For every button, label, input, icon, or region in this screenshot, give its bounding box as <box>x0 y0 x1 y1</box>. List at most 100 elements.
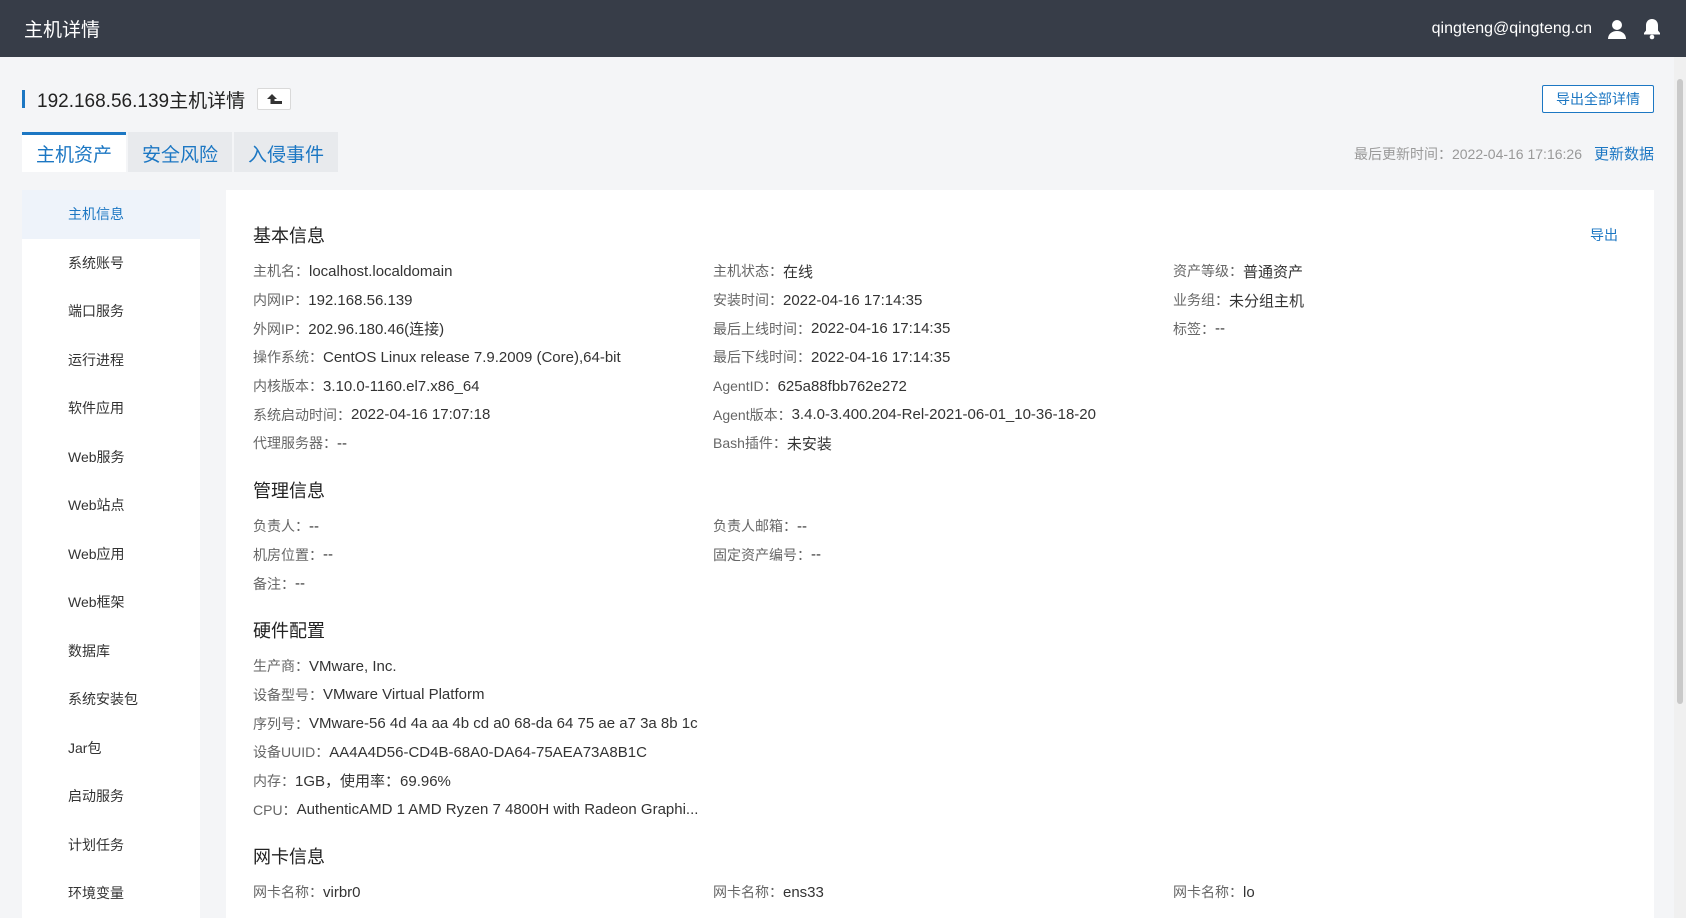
field-label: 内存： <box>253 772 295 789</box>
sidebar-item-scheduled-tasks[interactable]: 计划任务 <box>22 821 200 870</box>
sidebar-item-env-vars[interactable]: 环境变量 <box>22 869 200 918</box>
info-row: 最后上线时间： 2022-04-16 17:14:35 <box>713 314 1173 343</box>
field-label: 内网IP： <box>253 292 309 309</box>
field-label: 网卡名称： <box>1173 884 1243 901</box>
field-label: 业务组： <box>1173 292 1229 309</box>
field-value: 2022-04-16 17:14:35 <box>783 291 923 309</box>
sidebar-item-web-sites[interactable]: Web站点 <box>22 481 200 530</box>
page-scrollbar[interactable] <box>1674 57 1686 918</box>
sidebar-item-web-services[interactable]: Web服务 <box>22 433 200 482</box>
info-row: 负责人邮箱： -- <box>713 512 1173 541</box>
field-value: -- <box>811 546 821 564</box>
info-row: 网卡名称： virbr0 <box>253 878 713 907</box>
field-value: -- <box>797 517 807 535</box>
basic-info-grid: 主机名： localhost.localdomain 内网IP： 192.168.5… <box>253 257 1628 458</box>
refresh-data-link[interactable]: 更新数据 <box>1594 143 1654 164</box>
field-label: CPU： <box>253 801 297 818</box>
field-label: 内核版本： <box>253 378 323 395</box>
tab-host-assets[interactable]: 主机资产 <box>22 132 127 172</box>
field-value: 192.168.56.139 <box>308 291 413 309</box>
nic-info-grid: 网卡名称： virbr0 网卡名称： ens33 网卡名称： lo <box>253 878 1628 907</box>
sidebar-item-jar-packages[interactable]: Jar包 <box>22 724 200 773</box>
info-row: 设备UUID： AA4A4D56-CD4B-68A0-DA64-75AEA73A8… <box>253 738 1628 767</box>
tabs-row: 主机资产 安全风险 入侵事件 最后更新时间：2022-04-16 17:16:2… <box>22 132 1654 172</box>
back-button[interactable] <box>257 88 292 110</box>
bell-icon[interactable] <box>1642 18 1662 40</box>
sidebar-item-software[interactable]: 软件应用 <box>22 384 200 433</box>
export-all-button[interactable]: 导出全部详情 <box>1542 85 1654 113</box>
field-label: AgentID： <box>713 378 778 395</box>
sidebar-item-startup-services[interactable]: 启动服务 <box>22 772 200 821</box>
page-title: 192.168.56.139主机详情 <box>37 90 246 112</box>
field-label: 负责人： <box>253 518 309 535</box>
field-value: AuthenticAMD 1 AMD Ryzen 7 4800H with Ra… <box>296 801 699 819</box>
info-row: 安装时间： 2022-04-16 17:14:35 <box>713 286 1173 315</box>
field-label: 系统启动时间： <box>253 406 351 423</box>
field-value: 2022-04-16 17:07:18 <box>351 406 491 424</box>
info-row: 系统启动时间： 2022-04-16 17:07:18 <box>253 400 713 429</box>
field-value: VMware-56 4d 4a aa 4b cd a0 68-da 64 75 … <box>309 715 698 733</box>
sidebar-item-system-accounts[interactable]: 系统账号 <box>22 239 200 288</box>
info-row: 主机名： localhost.localdomain <box>253 257 713 286</box>
info-row: 负责人： -- <box>253 512 713 541</box>
field-label: 最后上线时间： <box>713 320 811 337</box>
field-value: virbr0 <box>323 883 361 901</box>
info-row: 网卡名称： ens33 <box>713 878 1173 907</box>
field-value: VMware, Inc. <box>309 657 397 675</box>
nic-info-title: 网卡信息 <box>253 847 325 867</box>
field-label: 设备型号： <box>253 686 323 703</box>
info-row: Agent版本： 3.4.0-3.400.204-Rel-2021-06-01_1… <box>713 400 1173 429</box>
field-label: 负责人邮箱： <box>713 518 797 535</box>
sidebar-item-databases[interactable]: 数据库 <box>22 627 200 676</box>
field-label: 生产商： <box>253 658 309 675</box>
info-row: 内网IP： 192.168.56.139 <box>253 286 713 315</box>
field-value: 普通资产 <box>1243 263 1304 281</box>
info-row: 最后下线时间： 2022-04-16 17:14:35 <box>713 343 1173 372</box>
tabs: 主机资产 安全风险 入侵事件 <box>22 132 339 172</box>
management-info-title: 管理信息 <box>253 480 325 501</box>
user-email[interactable]: qingteng@qingteng.cn <box>1432 20 1592 38</box>
basic-info-col-1: 主机名： localhost.localdomain 内网IP： 192.168.5… <box>253 257 713 458</box>
field-label: 备注： <box>253 575 295 592</box>
field-value: CentOS Linux release 7.9.2009 (Core),64-… <box>323 348 621 366</box>
user-icon[interactable] <box>1606 18 1628 40</box>
management-col-2: 负责人邮箱： -- 固定资产编号： -- <box>713 512 1173 598</box>
sidebar-item-processes[interactable]: 运行进程 <box>22 336 200 385</box>
field-value: AA4A4D56-CD4B-68A0-DA64-75AEA73A8B1C <box>329 743 647 761</box>
export-basic-info-link[interactable]: 导出 <box>1590 225 1618 245</box>
field-value: -- <box>309 517 319 535</box>
upload-arrow-icon <box>265 92 283 106</box>
sidebar-item-host-info[interactable]: 主机信息 <box>22 190 200 239</box>
field-label: 主机状态： <box>713 263 783 280</box>
field-value: -- <box>337 434 347 452</box>
tab-security-risks[interactable]: 安全风险 <box>128 132 233 172</box>
field-value: 2022-04-16 17:14:35 <box>811 348 951 366</box>
field-value: -- <box>323 546 333 564</box>
sidebar-item-web-apps[interactable]: Web应用 <box>22 530 200 579</box>
field-value: ens33 <box>783 883 824 901</box>
field-label: 外网IP： <box>253 320 309 337</box>
sidebar-item-system-packages[interactable]: 系统安装包 <box>22 675 200 724</box>
info-row: 备注： -- <box>253 569 713 598</box>
basic-info-col-3: 资产等级： 普通资产 业务组： 未分组主机 标签： -- <box>1173 257 1633 458</box>
field-label: 最后下线时间： <box>713 349 811 366</box>
management-info-grid: 负责人： -- 机房位置： -- 备注： -- 负责人邮箱： -- 固定资产编号： -- <box>253 512 1628 598</box>
top-bar: 主机详情 qingteng@qingteng.cn <box>0 0 1686 57</box>
field-label: 标签： <box>1173 320 1215 337</box>
main-content: 基本信息 导出 主机名： localhost.localdomain 内网IP： 1… <box>226 190 1654 918</box>
tab-intrusion-events[interactable]: 入侵事件 <box>234 132 339 172</box>
field-label: 网卡名称： <box>253 884 323 901</box>
sidebar-item-web-frameworks[interactable]: Web框架 <box>22 578 200 627</box>
field-value: -- <box>295 575 305 593</box>
info-row: 内核版本： 3.10.0-1160.el7.x86_64 <box>253 372 713 401</box>
info-row: 标签： -- <box>1173 314 1633 343</box>
scrollbar-thumb[interactable] <box>1677 79 1683 704</box>
basic-info-col-2: 主机状态： 在线 安装时间： 2022-04-16 17:14:35 最后上线时间：… <box>713 257 1173 458</box>
field-value: lo <box>1243 883 1255 901</box>
hardware-config-header: 硬件配置 <box>253 618 1628 642</box>
sidebar-item-port-services[interactable]: 端口服务 <box>22 287 200 336</box>
info-row: 代理服务器： -- <box>253 429 713 458</box>
info-row: 机房位置： -- <box>253 541 713 570</box>
page-header: 192.168.56.139主机详情 导出全部详情 <box>22 83 1654 115</box>
last-update-time: 最后更新时间：2022-04-16 17:16:26 <box>1353 145 1582 162</box>
